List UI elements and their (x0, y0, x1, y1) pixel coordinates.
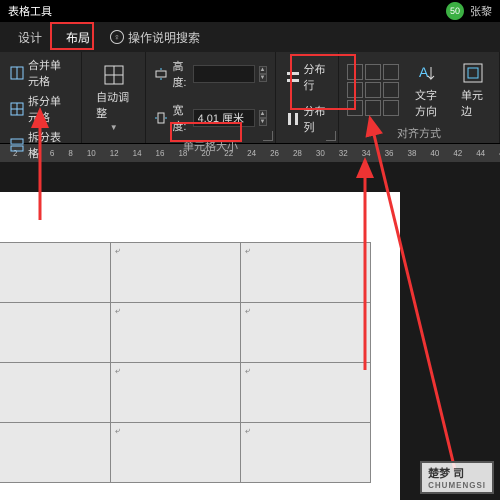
merge-cells-icon (10, 66, 24, 80)
table-cell: ⤶ (111, 303, 241, 363)
cell-margins-button[interactable]: 单元边 (455, 57, 491, 123)
page: ⤶⤶⤶ ⤶⤶⤶ ⤶⤶⤶ ⤶⤶⤶ (0, 192, 400, 500)
align-br[interactable] (383, 100, 399, 116)
align-tc[interactable] (365, 64, 381, 80)
autofit-icon (102, 63, 126, 87)
split-table-button[interactable]: 拆分表格 (8, 128, 73, 162)
user-name: 张黎 (470, 3, 492, 19)
table-cell: ⤶ (111, 243, 241, 303)
align-bl[interactable] (347, 100, 363, 116)
split-table-icon (10, 138, 24, 152)
align-mr[interactable] (383, 82, 399, 98)
inserted-table[interactable]: ⤶⤶⤶ ⤶⤶⤶ ⤶⤶⤶ ⤶⤶⤶ (0, 242, 371, 483)
tool-context-label: 表格工具 (8, 3, 52, 19)
table-cell: ⤶ (0, 243, 111, 303)
width-spinner[interactable]: ▲▼ (259, 110, 267, 126)
height-spinner[interactable]: ▲▼ (259, 66, 267, 82)
distribute-cols-button[interactable]: 分布列 (284, 102, 331, 136)
tab-layout[interactable]: 布局 (54, 23, 102, 52)
ribbon-group-align: A 文字方向 单元边 对齐方式 (339, 52, 500, 143)
align-tr[interactable] (383, 64, 399, 80)
cellsize-dialog-launcher[interactable] (263, 131, 273, 141)
table-row: ⤶⤶⤶ (0, 423, 371, 483)
col-width-control: 宽度: ▲▼ (154, 102, 266, 134)
ribbon: 合并单元格 拆分单元格 拆分表格 合并 自动调整 ▼ (0, 52, 500, 144)
group-label-align: 对齐方式 (347, 123, 491, 141)
distribute-cols-icon (286, 112, 300, 126)
cell-margins-icon (461, 61, 485, 85)
table-cell: ⤶ (241, 423, 371, 483)
row-height-control: 高度: ▲▼ (154, 58, 266, 90)
table-cell: ⤶ (111, 363, 241, 423)
table-cell: ⤶ (0, 363, 111, 423)
col-width-icon (154, 111, 168, 125)
split-cells-button[interactable]: 拆分单元格 (8, 92, 73, 126)
merge-cells-button[interactable]: 合并单元格 (8, 56, 73, 90)
table-cell: ⤶ (241, 243, 371, 303)
table-row: ⤶⤶⤶ (0, 303, 371, 363)
distribute-rows-icon (286, 70, 300, 84)
tell-me-search[interactable]: ♀ 操作说明搜索 (110, 29, 200, 46)
align-tl[interactable] (347, 64, 363, 80)
align-mc[interactable] (365, 82, 381, 98)
ribbon-tab-row: 设计 布局 ♀ 操作说明搜索 (0, 22, 500, 52)
ribbon-group-distribute: 分布行 分布列 (276, 52, 340, 143)
col-width-input[interactable] (193, 109, 255, 127)
table-row: ⤶⤶⤶ (0, 243, 371, 303)
distribute-rows-button[interactable]: 分布行 (284, 60, 331, 94)
tab-design[interactable]: 设计 (6, 23, 54, 52)
alignment-grid (347, 64, 399, 116)
table-cell: ⤶ (241, 303, 371, 363)
user-avatar[interactable]: 50 (446, 2, 464, 20)
table-cell: ⤶ (0, 303, 111, 363)
title-bar: 表格工具 50 张黎 (0, 0, 500, 22)
ribbon-group-cellsize: 高度: ▲▼ 宽度: ▲▼ 单元格大小 (146, 52, 275, 143)
distribute-dialog-launcher[interactable] (326, 131, 336, 141)
table-cell: ⤶ (111, 423, 241, 483)
align-ml[interactable] (347, 82, 363, 98)
table-cell: ⤶ (241, 363, 371, 423)
autofit-button[interactable]: 自动调整 ▼ (90, 56, 137, 139)
watermark: 楚梦 司 CHUMENGSI (420, 461, 494, 494)
document-area[interactable]: ⤶⤶⤶ ⤶⤶⤶ ⤶⤶⤶ ⤶⤶⤶ (0, 162, 500, 500)
ribbon-group-autofit: 自动调整 ▼ (82, 52, 146, 143)
row-height-input[interactable] (193, 65, 255, 83)
split-cells-icon (10, 102, 24, 116)
user-area[interactable]: 50 张黎 (446, 2, 492, 20)
table-cell: ⤶ (0, 423, 111, 483)
group-label-cellsize: 单元格大小 (154, 136, 266, 154)
row-height-icon (154, 67, 168, 81)
text-direction-button[interactable]: A 文字方向 (409, 57, 445, 123)
align-bc[interactable] (365, 100, 381, 116)
ribbon-group-merge: 合并单元格 拆分单元格 拆分表格 合并 (0, 52, 82, 143)
lightbulb-icon: ♀ (110, 30, 124, 44)
dropdown-caret-icon: ▼ (110, 123, 118, 132)
svg-text:A: A (419, 64, 429, 80)
table-row: ⤶⤶⤶ (0, 363, 371, 423)
text-direction-icon: A (415, 61, 439, 85)
